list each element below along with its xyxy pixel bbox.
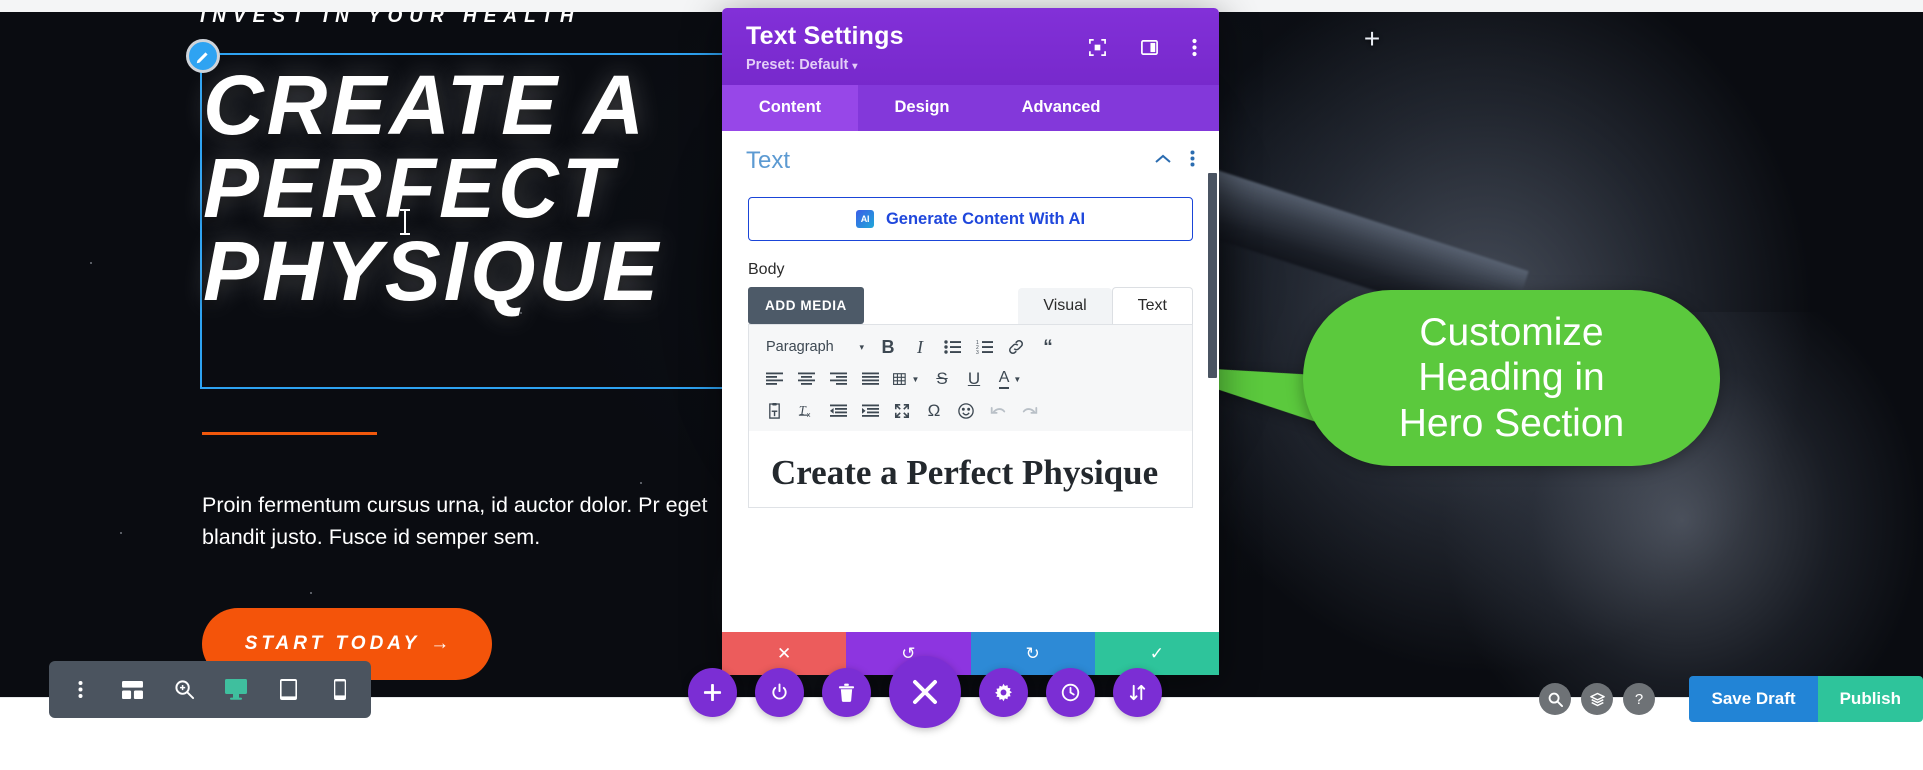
trash-icon[interactable] xyxy=(822,667,871,717)
editor-content-area[interactable]: Create a Perfect Physique xyxy=(749,431,1192,508)
chevron-down-icon: ▾ xyxy=(852,61,858,72)
numbered-list-icon[interactable]: 1 2 3 xyxy=(969,333,999,361)
panel-layout-icon[interactable] xyxy=(1140,38,1159,57)
editor-toolbar-row-2: ▼ S U A ▼ xyxy=(751,363,1190,395)
special-character-icon[interactable]: Ω xyxy=(919,397,949,425)
modal-header: Text Settings Preset: Default ▾ xyxy=(722,8,1219,85)
layers-icon[interactable] xyxy=(1581,683,1613,715)
modal-preset-selector[interactable]: Preset: Default ▾ xyxy=(746,57,1195,73)
hero-divider xyxy=(202,432,377,435)
rich-text-editor[interactable]: Paragraph ▾ B I 1 2 3 “ ▼ S U A ▼ T x Ω … xyxy=(748,324,1193,509)
chevron-up-icon[interactable] xyxy=(1154,152,1172,170)
desktop-view-icon[interactable] xyxy=(213,667,259,713)
phone-view-icon[interactable] xyxy=(317,667,363,713)
wireframe-view-icon[interactable] xyxy=(109,667,155,713)
generate-content-with-ai-button[interactable]: AI Generate Content With AI xyxy=(748,197,1193,241)
view-mode-toolbar[interactable] xyxy=(49,661,371,718)
hero-pretitle: INVEST IN YOUR HEALTH xyxy=(200,12,581,27)
section-title: Text xyxy=(746,147,791,174)
text-cursor xyxy=(400,209,410,235)
builder-action-toolbar[interactable] xyxy=(688,656,1162,728)
editor-toolbar[interactable]: Paragraph ▾ B I 1 2 3 “ ▼ S U A ▼ T x Ω xyxy=(749,325,1192,431)
modal-scrollbar-thumb[interactable] xyxy=(1208,173,1217,378)
publish-button[interactable]: Publish xyxy=(1817,676,1923,722)
close-icon[interactable] xyxy=(889,656,961,728)
align-center-icon[interactable] xyxy=(791,365,821,393)
emoji-icon[interactable] xyxy=(951,397,981,425)
ai-icon: AI xyxy=(855,210,874,228)
search-icon[interactable] xyxy=(1539,683,1571,715)
editor-toolbar-row-1: Paragraph ▾ B I 1 2 3 “ xyxy=(751,331,1190,363)
preset-label: Preset: Default xyxy=(746,57,849,73)
arrow-right-icon: → xyxy=(430,633,450,654)
undo-icon[interactable] xyxy=(983,397,1013,425)
fullscreen-icon[interactable] xyxy=(887,397,917,425)
underline-icon[interactable]: U xyxy=(959,365,989,393)
chevron-down-icon: ▾ xyxy=(859,341,864,352)
clear-formatting-icon[interactable]: T x xyxy=(791,397,821,425)
paste-as-text-icon[interactable] xyxy=(759,397,789,425)
editor-mode-tabs[interactable]: Visual Text xyxy=(1018,287,1193,324)
help-toolbar[interactable]: ? xyxy=(1539,683,1655,715)
tab-content[interactable]: Content xyxy=(722,85,858,131)
save-draft-button[interactable]: Save Draft xyxy=(1689,676,1818,722)
align-justify-icon[interactable] xyxy=(855,365,885,393)
svg-text:3: 3 xyxy=(976,350,979,354)
outdent-icon[interactable] xyxy=(823,397,853,425)
cta-label: START TODAY xyxy=(244,633,421,654)
section-more-icon[interactable] xyxy=(1190,150,1195,172)
bulleted-list-icon[interactable] xyxy=(937,333,967,361)
table-icon[interactable]: ▼ xyxy=(887,365,925,393)
vertical-dots-icon[interactable] xyxy=(1192,38,1197,57)
editor-toolbar-row-3: T x Ω xyxy=(751,395,1190,427)
hero-paragraph[interactable]: Proin fermentum cursus urna, id auctor d… xyxy=(202,490,762,553)
text-settings-modal[interactable]: Text Settings Preset: Default ▾ Content … xyxy=(722,8,1219,675)
portability-icon[interactable] xyxy=(1113,667,1162,717)
tablet-view-icon[interactable] xyxy=(265,667,311,713)
text-section-header: Text xyxy=(722,131,1219,179)
modal-scrollbar[interactable] xyxy=(1207,131,1219,632)
modal-body: Text AI Generate Content With AI Body AD… xyxy=(722,131,1219,632)
blockquote-icon[interactable]: “ xyxy=(1033,333,1063,361)
tab-advanced[interactable]: Advanced xyxy=(986,85,1136,131)
vertical-dots-icon[interactable] xyxy=(57,667,103,713)
help-icon[interactable]: ? xyxy=(1623,683,1655,715)
publish-controls[interactable]: Save Draft Publish xyxy=(1689,676,1923,722)
annotation-callout: Customize Heading in Hero Section xyxy=(1303,290,1720,466)
fullscreen-expand-icon[interactable] xyxy=(1088,38,1107,57)
align-right-icon[interactable] xyxy=(823,365,853,393)
modal-tabs[interactable]: Content Design Advanced xyxy=(722,85,1219,131)
ai-button-label: Generate Content With AI xyxy=(885,209,1086,228)
format-select-value: Paragraph xyxy=(766,339,834,355)
align-left-icon[interactable] xyxy=(759,365,789,393)
settings-icon[interactable] xyxy=(979,667,1028,717)
editor-heading-text[interactable]: Create a Perfect Physique xyxy=(771,449,1170,497)
tab-design[interactable]: Design xyxy=(858,85,986,131)
tab-visual[interactable]: Visual xyxy=(1018,288,1112,324)
bold-icon[interactable]: B xyxy=(873,333,903,361)
power-icon[interactable] xyxy=(755,667,804,717)
add-icon[interactable] xyxy=(688,667,737,717)
add-section-button[interactable]: + xyxy=(1355,22,1389,56)
strikethrough-icon[interactable]: S xyxy=(927,365,957,393)
builder-screen: INVEST IN YOUR HEALTH CREATE A PERFECT P… xyxy=(0,0,1923,770)
paragraph-format-select[interactable]: Paragraph ▾ xyxy=(759,334,871,361)
indent-icon[interactable] xyxy=(855,397,885,425)
tab-text[interactable]: Text xyxy=(1111,287,1193,324)
history-icon[interactable] xyxy=(1046,667,1095,717)
link-icon[interactable] xyxy=(1001,333,1031,361)
redo-icon[interactable] xyxy=(1015,397,1045,425)
zoom-out-view-icon[interactable] xyxy=(161,667,207,713)
italic-icon[interactable]: I xyxy=(905,333,935,361)
body-field-label: Body xyxy=(748,261,785,278)
add-media-button[interactable]: ADD MEDIA xyxy=(748,287,864,324)
text-color-icon[interactable]: A ▼ xyxy=(991,365,1029,393)
